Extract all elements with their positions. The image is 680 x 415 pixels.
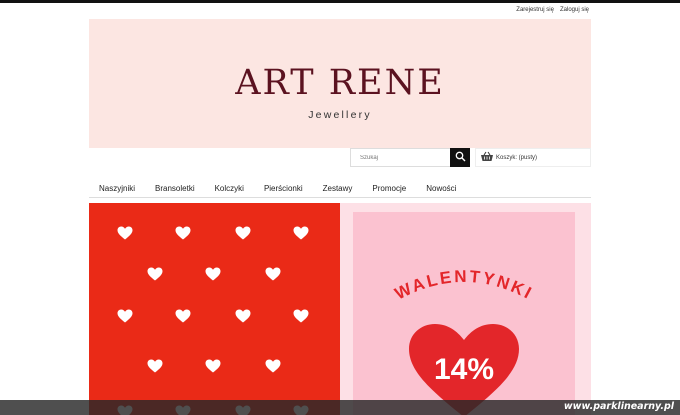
heart-icon	[147, 359, 163, 378]
heart-icon	[205, 359, 221, 378]
heart-icon	[293, 226, 309, 245]
watermark-bar: www.parklinearny.pl	[0, 400, 680, 415]
logo-title[interactable]: ART RENE	[89, 63, 591, 103]
heart-icon	[205, 267, 221, 286]
heart-icon	[147, 267, 163, 286]
nav-item-4[interactable]: Zestawy	[313, 179, 363, 197]
search-icon	[455, 149, 466, 167]
valentines-banner[interactable]: WALENTYNKI 14%	[340, 203, 591, 415]
account-links: Zarejestruj się Zaloguj się	[516, 7, 589, 13]
search-box	[350, 148, 470, 167]
nav-item-3[interactable]: Pierścionki	[254, 179, 313, 197]
login-link[interactable]: Zaloguj się	[560, 7, 589, 13]
search-input[interactable]	[351, 149, 451, 166]
promo-card: WALENTYNKI 14%	[353, 212, 575, 415]
site-header: ART RENE Jewellery	[89, 19, 591, 148]
top-bar	[0, 0, 680, 3]
hearts-banner[interactable]	[89, 203, 340, 415]
nav-item-0[interactable]: Naszyjniki	[89, 179, 145, 197]
watermark-text: www.parklinearny.pl	[563, 401, 674, 412]
banner-heading: WALENTYNKI	[392, 267, 537, 304]
nav-item-2[interactable]: Kolczyki	[205, 179, 254, 197]
heart-icon	[235, 226, 251, 245]
nav-item-5[interactable]: Promocje	[362, 179, 416, 197]
main-nav: Naszyjniki Bransoletki Kolczyki Pierścionki…	[89, 179, 591, 198]
heart-icon	[265, 267, 281, 286]
heart-icon	[293, 309, 309, 328]
search-button[interactable]	[450, 148, 470, 167]
heart-icon	[175, 309, 191, 328]
register-link[interactable]: Zarejestruj się	[516, 7, 554, 13]
logo-subtitle: Jewellery	[308, 109, 372, 121]
discount-text: 14%	[434, 353, 494, 386]
heart-icon	[117, 309, 133, 328]
nav-item-6[interactable]: Nowości	[416, 179, 466, 197]
cart-summary[interactable]: Koszyk: (pusty)	[475, 148, 591, 167]
heart-icon	[175, 226, 191, 245]
nav-item-1[interactable]: Bransoletki	[145, 179, 205, 197]
basket-icon	[480, 151, 494, 164]
heart-icon	[235, 309, 251, 328]
cart-label: Koszyk: (pusty)	[496, 154, 538, 161]
heart-icon	[117, 226, 133, 245]
heart-icon	[265, 359, 281, 378]
